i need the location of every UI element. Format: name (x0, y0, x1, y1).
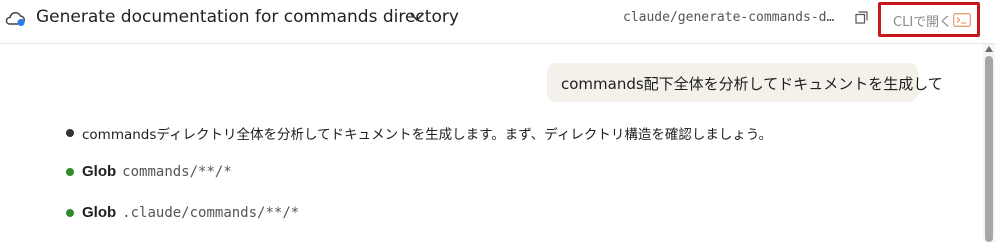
assistant-message: commandsディレクトリ全体を分析してドキュメントを生成します。まず、ディレ… (66, 123, 772, 143)
scroll-up-arrow[interactable] (985, 46, 993, 52)
top-bar: Generate documentation for commands dire… (0, 0, 995, 44)
tool-call-row[interactable]: Glob commands/**/* (66, 163, 232, 180)
chevron-down-icon[interactable] (410, 12, 424, 22)
open-in-cli-button[interactable]: CLIで開く (878, 2, 980, 37)
terminal-icon (953, 13, 971, 27)
tool-name: Glob (82, 204, 117, 221)
user-message-text: commands配下全体を分析してドキュメントを生成して (561, 75, 943, 93)
user-message-bubble: commands配下全体を分析してドキュメントを生成して (547, 63, 943, 102)
open-in-cli-label: CLIで開く (893, 15, 953, 30)
cloud-icon (5, 11, 25, 27)
session-title[interactable]: Generate documentation for commands dire… (36, 7, 459, 27)
branch-name: claude/generate-commands-d… (623, 10, 835, 25)
vertical-scrollbar[interactable] (983, 44, 995, 242)
scrollbar-thumb[interactable] (985, 56, 993, 242)
tool-argument: .claude/commands/**/* (122, 204, 300, 221)
tool-call-row[interactable]: Glob .claude/commands/**/* (66, 204, 299, 221)
status-dot (66, 167, 74, 176)
assistant-message-text: commandsディレクトリ全体を分析してドキュメントを生成します。まず、ディレ… (82, 127, 773, 143)
tool-argument: commands/**/* (122, 163, 232, 180)
tool-name: Glob (82, 163, 117, 180)
status-dot (66, 208, 74, 217)
copy-icon[interactable] (855, 11, 868, 24)
message-bullet (66, 129, 74, 137)
